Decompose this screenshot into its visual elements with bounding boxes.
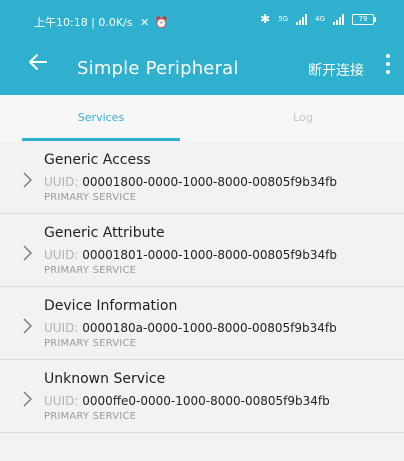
service-type: PRIMARY SERVICE [44, 192, 137, 203]
service-type: PRIMARY SERVICE [44, 338, 137, 349]
status-bar: 上午10:18 | 0.0K/s ✕ ⏰ ✱ 5G 4G 79 [0, 0, 404, 38]
service-uuid-row: UUID: 00001800-0000-1000-8000-00805f9b34… [44, 175, 337, 189]
tab-log[interactable]: Log [202, 95, 404, 141]
network-5g-label: 5G [278, 15, 289, 23]
status-icons: ✱ 5G 4G 79 [260, 12, 376, 26]
service-name: Generic Attribute [44, 225, 165, 241]
service-item[interactable]: Generic Attribute UUID: 00001801-0000-10… [0, 214, 404, 287]
service-list: Generic Access UUID: 00001800-0000-1000-… [0, 141, 404, 433]
service-uuid-row: UUID: 0000ffe0-0000-1000-8000-00805f9b34… [44, 394, 330, 408]
status-time-text: 上午10:18 | 0.0K/s [34, 16, 133, 29]
chevron-right-icon [23, 318, 32, 334]
service-uuid: 00001801-0000-1000-8000-00805f9b34fb [82, 248, 337, 262]
service-uuid: 0000ffe0-0000-1000-8000-00805f9b34fb [82, 394, 330, 408]
signal-icon [296, 13, 308, 25]
battery-icon: 79 [352, 13, 376, 25]
network-4g-label: 4G [315, 15, 325, 23]
service-item[interactable]: Unknown Service UUID: 0000ffe0-0000-1000… [0, 360, 404, 433]
service-name: Unknown Service [44, 371, 166, 387]
service-item[interactable]: Generic Access UUID: 00001800-0000-1000-… [0, 141, 404, 214]
tab-services[interactable]: Services [0, 95, 202, 141]
service-item[interactable]: Device Information UUID: 0000180a-0000-1… [0, 287, 404, 360]
service-uuid-row: UUID: 0000180a-0000-1000-8000-00805f9b34… [44, 321, 337, 335]
service-type: PRIMARY SERVICE [44, 265, 137, 276]
battery-level: 79 [358, 14, 368, 23]
service-name: Generic Access [44, 152, 151, 168]
service-name: Device Information [44, 298, 178, 314]
service-type: PRIMARY SERVICE [44, 411, 137, 422]
alarm-icon: ⏰ [154, 16, 169, 29]
more-vert-icon[interactable] [385, 54, 391, 78]
toolbar: Simple Peripheral 断开连接 [0, 38, 404, 95]
chevron-right-icon [23, 172, 32, 188]
arrow-left-icon[interactable] [26, 50, 50, 74]
uuid-label: UUID: [44, 394, 79, 408]
uuid-label: UUID: [44, 321, 79, 335]
signal-icon-2 [333, 13, 344, 25]
tab-bar: Services Log [0, 95, 404, 141]
uuid-label: UUID: [44, 248, 79, 262]
service-uuid: 00001800-0000-1000-8000-00805f9b34fb [82, 175, 337, 189]
disconnect-button[interactable]: 断开连接 [308, 60, 364, 80]
data-saver-icon: ✕ [140, 16, 150, 29]
chevron-right-icon [23, 245, 32, 261]
bluetooth-icon: ✱ [260, 12, 271, 26]
uuid-label: UUID: [44, 175, 79, 189]
status-time: 上午10:18 | 0.0K/s ✕ ⏰ [34, 14, 168, 30]
service-uuid: 0000180a-0000-1000-8000-00805f9b34fb [82, 321, 337, 335]
page-title: Simple Peripheral [77, 58, 239, 79]
service-uuid-row: UUID: 00001801-0000-1000-8000-00805f9b34… [44, 248, 337, 262]
chevron-right-icon [23, 391, 32, 407]
